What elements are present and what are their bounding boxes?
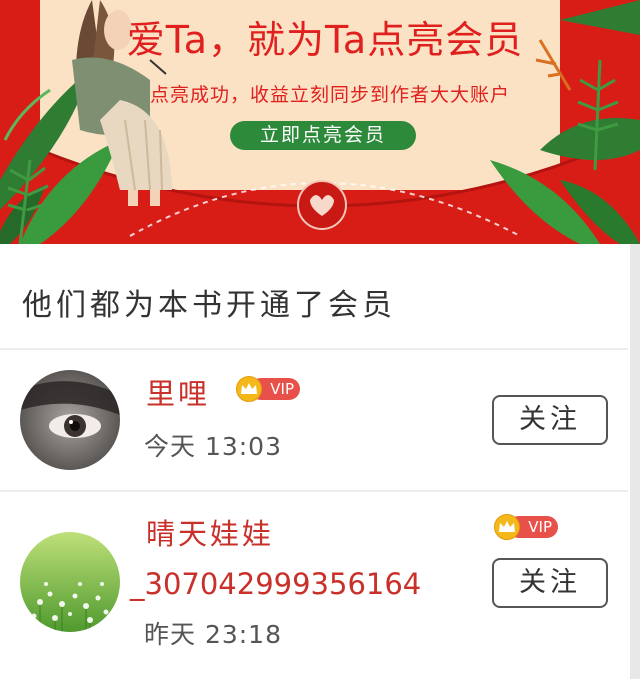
crown-icon (494, 514, 520, 540)
follow-button[interactable]: 关注 (492, 395, 608, 445)
scrollbar-track[interactable] (630, 244, 640, 679)
member-name[interactable]: 晴天娃娃 (146, 514, 274, 554)
member-name-suffix[interactable]: _307042999356164 (130, 564, 421, 604)
activate-membership-button[interactable]: 立即点亮会员 (230, 121, 416, 150)
section-title: 他们都为本书开通了会员 (22, 288, 396, 323)
follow-button[interactable]: 关注 (492, 558, 608, 608)
banner-subtitle: 点亮成功，收益立刻同步到作者大大账户 (150, 84, 511, 106)
member-list-item[interactable]: 晴天娃娃 VIP _307042999356164 昨天 23:18 关注 (0, 492, 628, 679)
banner-title: 爱Ta，就为Ta点亮会员 (126, 18, 524, 62)
avatar[interactable] (20, 370, 120, 470)
promo-banner[interactable]: 爱Ta，就为Ta点亮会员 点亮成功，收益立刻同步到作者大大账户 立即点亮会员 (0, 0, 640, 244)
avatar[interactable] (20, 532, 120, 632)
vip-badge: VIP (494, 514, 558, 540)
member-name[interactable]: 里哩 (146, 374, 210, 414)
vip-badge: VIP (236, 376, 300, 402)
member-time: 今天 13:03 (144, 432, 282, 461)
member-time: 昨天 23:18 (144, 620, 282, 649)
crown-icon (236, 376, 262, 402)
member-list-item[interactable]: 里哩 VIP 今天 13:03 关注 (0, 350, 628, 490)
